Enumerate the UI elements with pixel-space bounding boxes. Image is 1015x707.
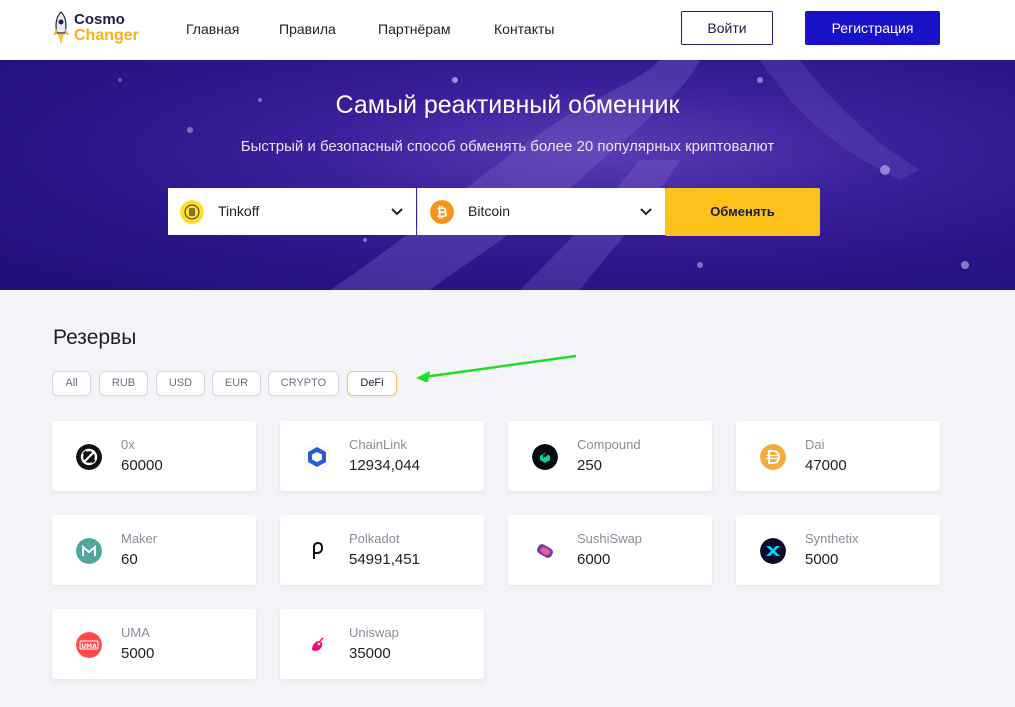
svg-text:UMA: UMA [81, 643, 97, 650]
chevron-down-icon [640, 208, 652, 216]
reserve-name: SushiSwap [577, 531, 643, 546]
reserve-card[interactable]: SushiSwap 6000 [508, 515, 712, 585]
filter-crypto[interactable]: CRYPTO [268, 371, 339, 396]
reserves-title: Резервы [53, 326, 137, 349]
polkadot-icon [304, 538, 330, 564]
logo-line2: Changer [74, 27, 139, 44]
exchange-button[interactable]: Обменять [665, 188, 820, 236]
hero-subtitle: Быстрый и безопасный способ обменять бол… [240, 138, 775, 155]
synthetix-icon [760, 538, 786, 564]
reserve-name: UMA [121, 625, 150, 640]
annotation-arrow-icon [416, 354, 577, 382]
to-currency-label: Bitcoin [468, 203, 511, 219]
filter-all[interactable]: All [52, 371, 91, 396]
reserve-value: 47000 [805, 457, 847, 474]
sushiswap-icon [532, 538, 558, 564]
hero-banner: Самый реактивный обменник Быстрый и безо… [0, 60, 1015, 290]
reserve-card[interactable]: UMA UMA 5000 [52, 609, 256, 679]
bitcoin-icon: ₿ [430, 200, 454, 224]
dai-icon [760, 444, 786, 470]
rocket-icon [53, 11, 69, 45]
reserve-card[interactable]: ChainLink 12934,044 [280, 421, 484, 491]
hero-title: Самый реактивный обменник [335, 91, 680, 119]
nav-contacts[interactable]: Контакты [494, 21, 554, 37]
maker-icon [76, 538, 102, 564]
uma-icon: UMA [76, 632, 102, 658]
reserve-card[interactable]: Uniswap 35000 [280, 609, 484, 679]
chainlink-icon [304, 444, 330, 470]
reserve-value: 35000 [349, 645, 391, 662]
reserve-card[interactable]: 0x 60000 [52, 421, 256, 491]
reserve-value: 250 [577, 457, 603, 474]
reserve-name: Maker [121, 531, 158, 546]
reserve-card[interactable]: Compound 250 [508, 421, 712, 491]
uniswap-icon [304, 632, 330, 658]
reserve-name: Uniswap [349, 625, 399, 640]
from-currency-select[interactable]: Tinkoff [168, 188, 416, 235]
login-button[interactable]: Войти [681, 11, 773, 45]
svg-text:₿: ₿ [436, 205, 447, 221]
nav-home[interactable]: Главная [186, 21, 239, 37]
nav-rules[interactable]: Правила [279, 21, 336, 37]
reserve-name: 0x [121, 437, 135, 452]
to-currency-select[interactable]: ₿ Bitcoin [417, 188, 665, 235]
reserve-name: Dai [805, 437, 825, 452]
reserve-value: 5000 [121, 645, 155, 662]
reserve-card[interactable]: Dai 47000 [736, 421, 940, 491]
compound-icon [532, 444, 558, 470]
chevron-down-icon [391, 208, 403, 216]
site-header: Cosmo Changer Главная Правила Партнёрам … [0, 0, 1015, 60]
reserve-value: 60 [121, 551, 138, 568]
reserve-card[interactable]: Synthetix 5000 [736, 515, 940, 585]
reserve-name: Compound [577, 437, 641, 452]
logo-line1: Cosmo [74, 11, 125, 28]
filter-defi[interactable]: DeFi [347, 371, 397, 396]
filter-eur[interactable]: EUR [212, 371, 261, 396]
logo[interactable]: Cosmo Changer [50, 9, 150, 49]
register-button[interactable]: Регистрация [805, 11, 940, 45]
reserve-name: Polkadot [349, 531, 400, 546]
filter-rub[interactable]: RUB [99, 371, 148, 396]
from-currency-label: Tinkoff [218, 203, 260, 219]
0x-icon [76, 444, 102, 470]
reserve-card[interactable]: Polkadot 54991,451 [280, 515, 484, 585]
reserve-value: 6000 [577, 551, 611, 568]
reserve-name: ChainLink [349, 437, 407, 452]
reserve-name: Synthetix [805, 531, 859, 546]
nav-partners[interactable]: Партнёрам [378, 21, 450, 37]
filter-usd[interactable]: USD [156, 371, 205, 396]
reserve-value: 12934,044 [349, 457, 420, 474]
reserve-value: 60000 [121, 457, 163, 474]
reserve-value: 54991,451 [349, 551, 420, 568]
reserve-value: 5000 [805, 551, 839, 568]
reserve-card[interactable]: Maker 60 [52, 515, 256, 585]
tinkoff-icon [180, 200, 204, 224]
